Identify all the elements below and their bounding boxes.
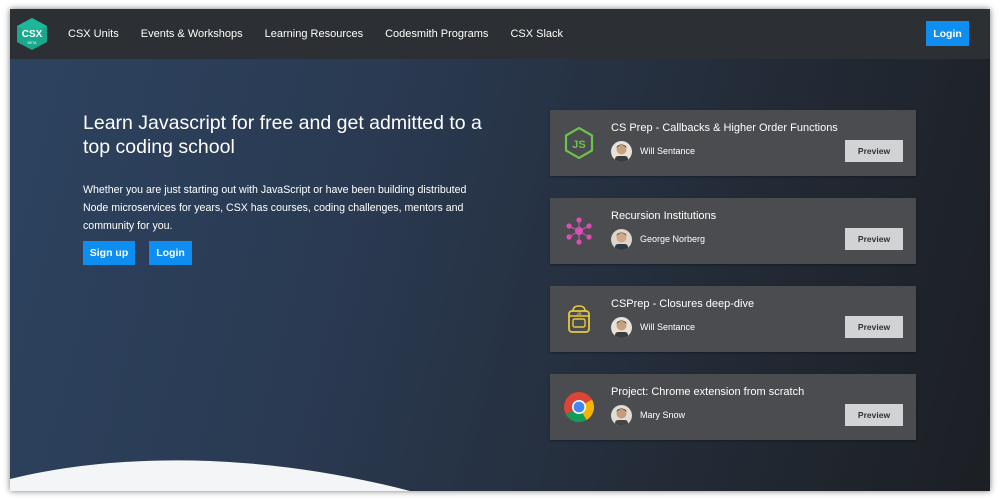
backpack-icon: JS: [568, 305, 590, 333]
course-author: Will Sentance: [640, 322, 696, 332]
nodejs-icon: JS: [564, 126, 594, 160]
preview-button[interactable]: Preview: [845, 228, 903, 250]
svg-text:JS: JS: [577, 311, 582, 316]
nav-link-events-workshops[interactable]: Events & Workshops: [141, 28, 243, 40]
preview-button[interactable]: Preview: [845, 140, 903, 162]
course-card[interactable]: Project: Chrome extension from scratch M…: [550, 374, 916, 440]
nav-login-button[interactable]: Login: [926, 21, 969, 46]
hero-login-button[interactable]: Login: [149, 241, 192, 265]
page-frame: CSX BETA CSX Units Events & Workshops Le…: [10, 9, 990, 491]
nav-link-csx-units[interactable]: CSX Units: [68, 28, 119, 40]
course-author: George Norberg: [640, 234, 706, 244]
csx-logo[interactable]: CSX BETA: [16, 17, 48, 51]
chrome-icon: [564, 392, 595, 423]
nav-links: CSX Units Events & Workshops Learning Re…: [68, 9, 585, 59]
avatar: [611, 405, 632, 426]
nav-link-codesmith-programs[interactable]: Codesmith Programs: [385, 28, 488, 40]
signup-button[interactable]: Sign up: [83, 241, 135, 265]
logo-text: CSX: [22, 29, 43, 40]
logo-subtext: BETA: [28, 41, 38, 45]
avatar: [611, 317, 632, 338]
top-navbar: CSX BETA CSX Units Events & Workshops Le…: [10, 9, 990, 59]
course-author: Will Sentance: [640, 146, 696, 156]
nav-link-csx-slack[interactable]: CSX Slack: [510, 28, 563, 40]
avatar: [611, 229, 632, 250]
preview-button[interactable]: Preview: [845, 404, 903, 426]
avatar: [611, 141, 632, 162]
course-title: Recursion Institutions: [611, 210, 717, 222]
course-title: CS Prep - Callbacks & Higher Order Funct…: [611, 122, 838, 134]
course-title: Project: Chrome extension from scratch: [611, 386, 805, 398]
hero-description: Whether you are just starting out with J…: [83, 184, 467, 232]
course-card[interactable]: JS CS Prep - Callbacks & Higher Order Fu…: [550, 110, 916, 176]
course-author: Mary Snow: [640, 410, 686, 420]
hero-title: Learn Javascript for free and get admitt…: [83, 112, 482, 158]
nav-link-learning-resources[interactable]: Learning Resources: [265, 28, 363, 40]
course-title: CSPrep - Closures deep-dive: [611, 298, 755, 310]
svg-text:JS: JS: [572, 139, 585, 151]
preview-button[interactable]: Preview: [845, 316, 903, 338]
bottom-wave-decoration: [10, 460, 410, 491]
course-card[interactable]: JS CSPrep - Closures deep-dive Will Sent…: [550, 286, 916, 352]
recursion-icon: [566, 217, 592, 245]
course-card[interactable]: Recursion Institutions George Norberg Pr…: [550, 198, 916, 264]
